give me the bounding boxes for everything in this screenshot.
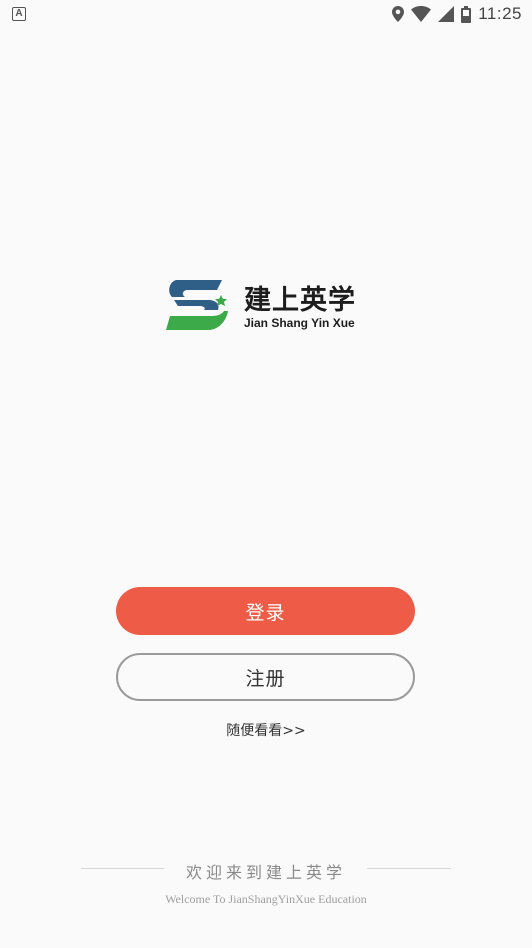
logo-name-cn: 建上英学 xyxy=(244,285,356,316)
status-time: 11:25 xyxy=(478,4,522,23)
browse-as-guest-label[interactable]: 随便看看>> xyxy=(226,723,305,739)
status-bar: A 11:25 xyxy=(0,0,532,28)
logo-s-mark-icon xyxy=(166,280,228,330)
location-icon xyxy=(392,6,405,22)
notification-app-label: A xyxy=(15,8,23,19)
signal-icon xyxy=(438,6,455,22)
app-logo: 建上英学 Jian Shang Yin Xue xyxy=(166,276,366,334)
footer-welcome-en: Welcome To JianShangYinXue Education xyxy=(165,892,367,906)
login-button[interactable]: 登录 xyxy=(116,587,415,635)
notification-app-icon: A xyxy=(12,7,26,21)
register-button[interactable]: 注册 xyxy=(116,653,415,701)
status-icons: 11:25 xyxy=(392,4,522,24)
logo-name-en: Jian Shang Yin Xue xyxy=(244,316,355,330)
battery-icon xyxy=(461,5,472,23)
wifi-icon xyxy=(411,6,432,22)
browse-as-guest-link[interactable]: 随便看看>> xyxy=(0,720,532,740)
footer-welcome-cn: 欢迎来到建上英学 xyxy=(185,863,346,882)
